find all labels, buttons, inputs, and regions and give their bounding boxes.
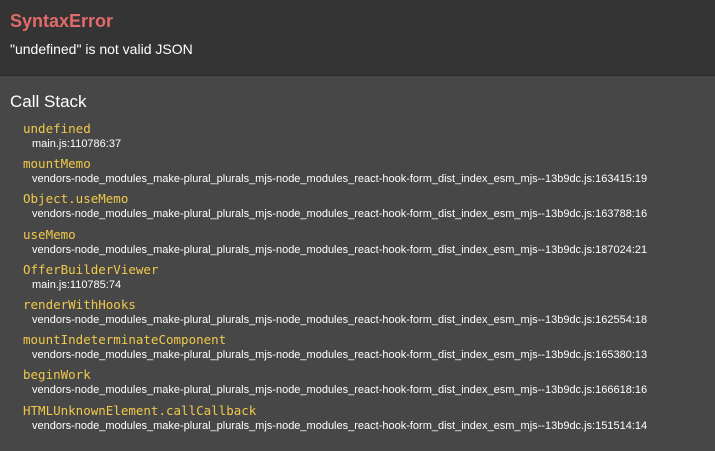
frame-location: vendors-node_modules_make-plural_plurals…: [32, 419, 648, 432]
frame-function-name: renderWithHooks: [23, 296, 136, 312]
stack-frame[interactable]: beginWork vendors-node_modules_make-plur…: [23, 366, 705, 401]
stack-frame[interactable]: mountIndeterminateComponent vendors-node…: [23, 331, 705, 366]
frame-function-name: useMemo: [23, 226, 76, 242]
frame-location: main.js:110785:74: [32, 278, 122, 291]
error-message: "undefined" is not valid JSON: [10, 41, 193, 57]
frame-function-name: HTMLUnknownElement.callCallback: [23, 402, 257, 418]
frame-function-name: undefined: [23, 121, 91, 136]
stack-frame[interactable]: mountMemo vendors-node_modules_make-plur…: [23, 155, 705, 190]
frame-location: vendors-node_modules_make-plural_plurals…: [32, 173, 648, 186]
stack-frame[interactable]: useMemo vendors-node_modules_make-plural…: [23, 226, 705, 261]
frame-function-name: Object.useMemo: [23, 191, 129, 207]
error-overlay: SyntaxError "undefined" is not valid JSO…: [0, 0, 715, 451]
error-type: SyntaxError: [10, 11, 114, 31]
stack-frame[interactable]: OfferBuilderViewer main.js:110785:74: [23, 261, 705, 296]
frame-location: main.js:110786:37: [32, 138, 122, 150]
stack-frame[interactable]: Object.useMemo vendors-node_modules_make…: [23, 190, 705, 225]
error-header: SyntaxError "undefined" is not valid JSO…: [0, 0, 715, 76]
stack-frame[interactable]: undefined main.js:110786:37: [23, 120, 705, 155]
frame-function-name: mountMemo: [23, 156, 91, 172]
frame-location: vendors-node_modules_make-plural_plurals…: [32, 243, 648, 256]
frame-location: vendors-node_modules_make-plural_plurals…: [32, 313, 648, 326]
stack-frame-list: undefined main.js:110786:37 mountMemo ve…: [10, 120, 705, 437]
call-stack-title: Call Stack: [10, 92, 87, 111]
frame-location: vendors-node_modules_make-plural_plurals…: [32, 349, 648, 362]
stack-frame[interactable]: renderWithHooks vendors-node_modules_mak…: [23, 296, 705, 331]
frame-function-name: beginWork: [23, 367, 91, 383]
frame-location: vendors-node_modules_make-plural_plurals…: [32, 384, 648, 397]
frame-location: vendors-node_modules_make-plural_plurals…: [32, 208, 648, 221]
frame-function-name: mountIndeterminateComponent: [23, 332, 227, 348]
frame-function-name: OfferBuilderViewer: [23, 261, 159, 277]
stack-frame[interactable]: HTMLUnknownElement.callCallback vendors-…: [23, 402, 705, 437]
call-stack-section: Call Stack undefined main.js:110786:37 m…: [0, 76, 715, 437]
